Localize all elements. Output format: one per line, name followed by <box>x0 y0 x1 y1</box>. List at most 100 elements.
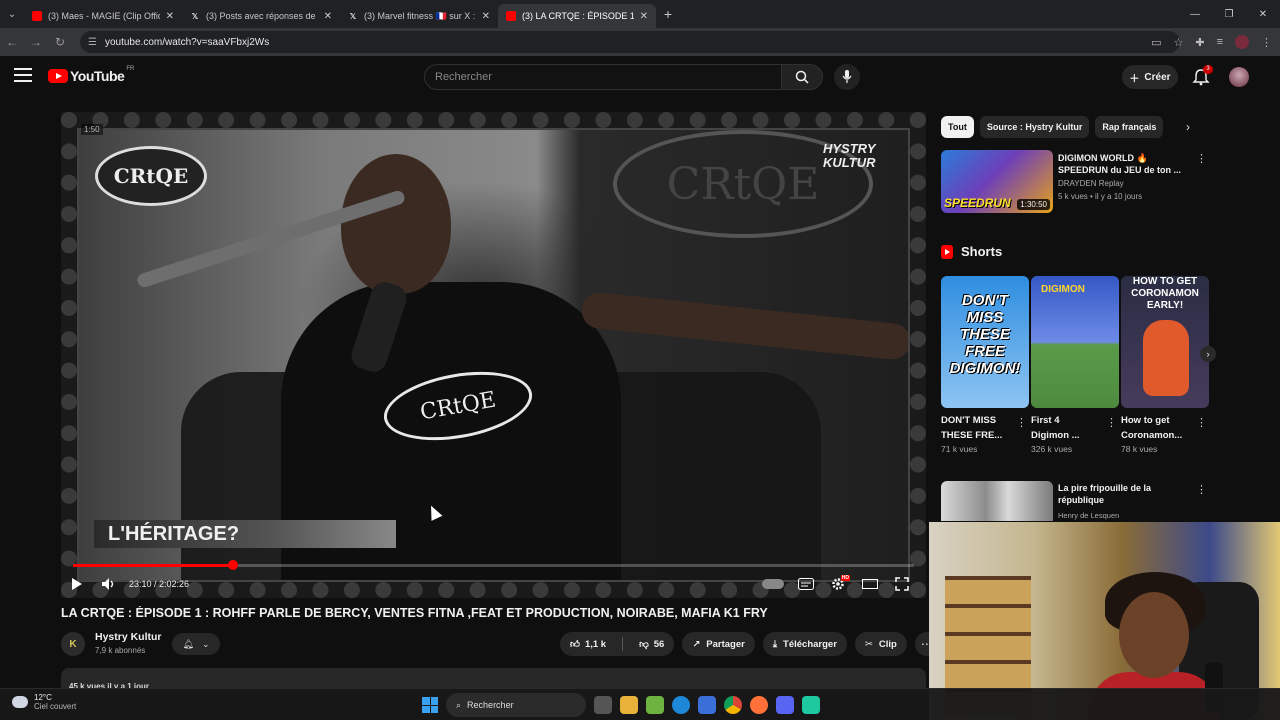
browser-tab-1[interactable]: (3) Maes - MAGIE (Clip Officiel) ✕ <box>24 4 182 28</box>
browser-tab-3[interactable]: 𝕏 (3) Marvel fitness 🇫🇷 sur X : "Ne ✕ <box>340 4 498 28</box>
share-button[interactable]: ↗ Partager <box>682 632 755 656</box>
chevron-right-icon[interactable]: › <box>1186 120 1190 134</box>
minimize-button[interactable]: — <box>1178 9 1212 20</box>
video-thumbnail[interactable] <box>941 481 1053 521</box>
volume-button[interactable] <box>93 570 125 598</box>
channel-avatar[interactable]: K <box>61 632 85 656</box>
more-options-icon[interactable]: ⋮ <box>1196 483 1207 496</box>
back-button[interactable]: ← <box>0 35 24 49</box>
recommended-video[interactable]: SPEEDRUN 1:30:50 DIGIMON WORLD 🔥 SPEEDRU… <box>941 150 1211 214</box>
video-player[interactable]: CRtQE HYSTRY KULTUR CRtQE 1:50 CRtQE L'H… <box>61 112 926 598</box>
firefox-icon[interactable] <box>750 696 768 714</box>
chrome-icon[interactable] <box>724 696 742 714</box>
chip-all[interactable]: Tout <box>941 116 974 138</box>
subtitles-button[interactable] <box>790 570 822 598</box>
window-close-button[interactable]: ✕ <box>1246 9 1280 20</box>
profile-avatar[interactable] <box>1235 35 1249 49</box>
file-explorer-icon[interactable] <box>620 696 638 714</box>
address-bar[interactable]: ☰ youtube.com/watch?v=saaVFbxj2Ws <box>80 31 1180 53</box>
close-icon[interactable]: ✕ <box>166 11 174 22</box>
chip-source[interactable]: Source : Hystry Kultur <box>979 116 1090 138</box>
menu-icon[interactable] <box>14 68 32 82</box>
browser-tab-4[interactable]: (3) LA CRTQE : ÉPISODE 1 : ROH ✕ <box>498 4 656 28</box>
clip-label: Clip <box>878 638 897 650</box>
channel-name[interactable]: Hystry Kultur <box>95 631 162 643</box>
browser-tab-bar: ⌄ (3) Maes - MAGIE (Clip Officiel) ✕ 𝕏 (… <box>0 0 1280 28</box>
search-input[interactable]: Rechercher <box>424 64 782 90</box>
close-icon[interactable]: ✕ <box>482 11 490 22</box>
autoplay-toggle[interactable] <box>762 579 784 589</box>
dislike-button[interactable]: 👎︎ 56 <box>629 632 674 656</box>
video-thumbnail[interactable]: SPEEDRUN 1:30:50 <box>941 150 1053 213</box>
progress-bar[interactable] <box>73 560 914 570</box>
forward-button[interactable]: → <box>24 35 48 49</box>
browser-menu-icon[interactable]: ⋮ <box>1261 36 1272 49</box>
short-thumbnail[interactable]: DIGIMON <box>1031 276 1119 408</box>
fullscreen-button[interactable] <box>886 570 918 598</box>
recommended-channel[interactable]: DRAYDEN Replay <box>1058 179 1124 188</box>
weather-widget[interactable]: 12°C Ciel couvert <box>12 693 76 711</box>
tab-search-menu-button[interactable]: ⌄ <box>0 0 24 28</box>
more-options-icon[interactable]: ⋮ <box>1016 416 1027 429</box>
settings-button[interactable]: HD <box>822 570 854 598</box>
like-button[interactable]: 👍︎ 1,1 k <box>560 632 616 656</box>
voice-search-button[interactable] <box>834 64 860 90</box>
reading-list-icon[interactable]: ≡ <box>1217 36 1223 48</box>
short-item[interactable]: HOW TO GET CORONAMON EARLY! How to get C… <box>1121 276 1209 454</box>
cast-icon[interactable]: ▭ <box>1151 36 1161 49</box>
close-icon[interactable]: ✕ <box>640 11 648 22</box>
logo-text: YouTube <box>70 68 125 84</box>
like-count: 1,1 k <box>584 638 607 650</box>
scrubber-handle[interactable] <box>227 560 238 570</box>
app-icon[interactable] <box>802 696 820 714</box>
taskbar-search-label: Rechercher <box>467 700 514 710</box>
play-button[interactable] <box>61 570 93 598</box>
browser-tab-2[interactable]: 𝕏 (3) Posts avec réponses de Has ✕ <box>182 4 340 28</box>
recommended-video[interactable]: La pire fripouille de la république Henr… <box>941 481 1211 521</box>
account-avatar[interactable] <box>1229 67 1249 87</box>
close-icon[interactable]: ✕ <box>324 11 332 22</box>
theater-icon <box>862 579 878 589</box>
taskbar-search[interactable]: ⌕ Rechercher <box>446 693 586 717</box>
download-button[interactable]: ⤓ Télécharger <box>762 632 847 656</box>
maximize-button[interactable]: ❐ <box>1212 9 1246 20</box>
short-title[interactable]: First 4 Digimon ... <box>1031 413 1099 443</box>
taskbar-apps: ⌕ Rechercher <box>422 693 820 717</box>
edge-icon[interactable] <box>672 696 690 714</box>
share-icon: ↗ <box>692 638 701 650</box>
short-thumbnail[interactable]: HOW TO GET CORONAMON EARLY! <box>1121 276 1209 408</box>
nvidia-icon[interactable] <box>646 696 664 714</box>
task-view-icon[interactable] <box>594 696 612 714</box>
extensions-icon[interactable]: ✚ <box>1195 36 1204 49</box>
subscriber-count: 7,9 k abonnés <box>95 646 146 655</box>
create-button[interactable]: ＋ Créer <box>1122 65 1178 89</box>
chip-rap[interactable]: Rap français <box>1095 116 1164 138</box>
browser-actions: ▭ ☆ ✚ ≡ ⋮ <box>1151 28 1272 56</box>
recommended-title[interactable]: La pire fripouille de la république <box>1058 482 1190 506</box>
more-options-icon[interactable]: ⋮ <box>1106 416 1117 429</box>
reload-button[interactable]: ↻ <box>48 35 72 49</box>
clip-button[interactable]: ✂ Clip <box>854 632 907 656</box>
short-title[interactable]: DON'T MISS THESE FRE... <box>941 413 1009 443</box>
thumbnail-figure <box>1143 320 1189 396</box>
microphone-icon <box>842 70 852 83</box>
windows-start-icon[interactable] <box>422 697 438 713</box>
bookmark-star-icon[interactable]: ☆ <box>1173 36 1183 49</box>
short-title[interactable]: How to get Coronamon... <box>1121 413 1189 443</box>
more-options-icon[interactable]: ⋮ <box>1196 152 1207 165</box>
store-icon[interactable] <box>698 696 716 714</box>
discord-icon[interactable] <box>776 696 794 714</box>
short-item[interactable]: DIGIMON First 4 Digimon ... 326 k vues ⋮ <box>1031 276 1119 454</box>
recommended-title[interactable]: DIGIMON WORLD 🔥 SPEEDRUN du JEU de ton .… <box>1058 152 1190 176</box>
youtube-logo[interactable]: YouTube FR <box>48 66 134 84</box>
recommended-channel[interactable]: Henry de Lesquen <box>1058 511 1119 520</box>
search-button[interactable] <box>781 64 823 90</box>
short-item[interactable]: DON'T MISS THESE FREE DIGIMON! DON'T MIS… <box>941 276 1029 454</box>
new-tab-button[interactable]: + <box>656 6 680 22</box>
site-info-icon[interactable]: ☰ <box>88 37 97 48</box>
more-options-icon[interactable]: ⋮ <box>1196 416 1207 429</box>
short-thumbnail[interactable]: DON'T MISS THESE FREE DIGIMON! <box>941 276 1029 408</box>
shorts-next-button[interactable]: › <box>1200 346 1216 362</box>
subscription-bell-button[interactable]: 🔔︎ ⌄ <box>172 633 220 655</box>
theater-mode-button[interactable] <box>854 570 886 598</box>
